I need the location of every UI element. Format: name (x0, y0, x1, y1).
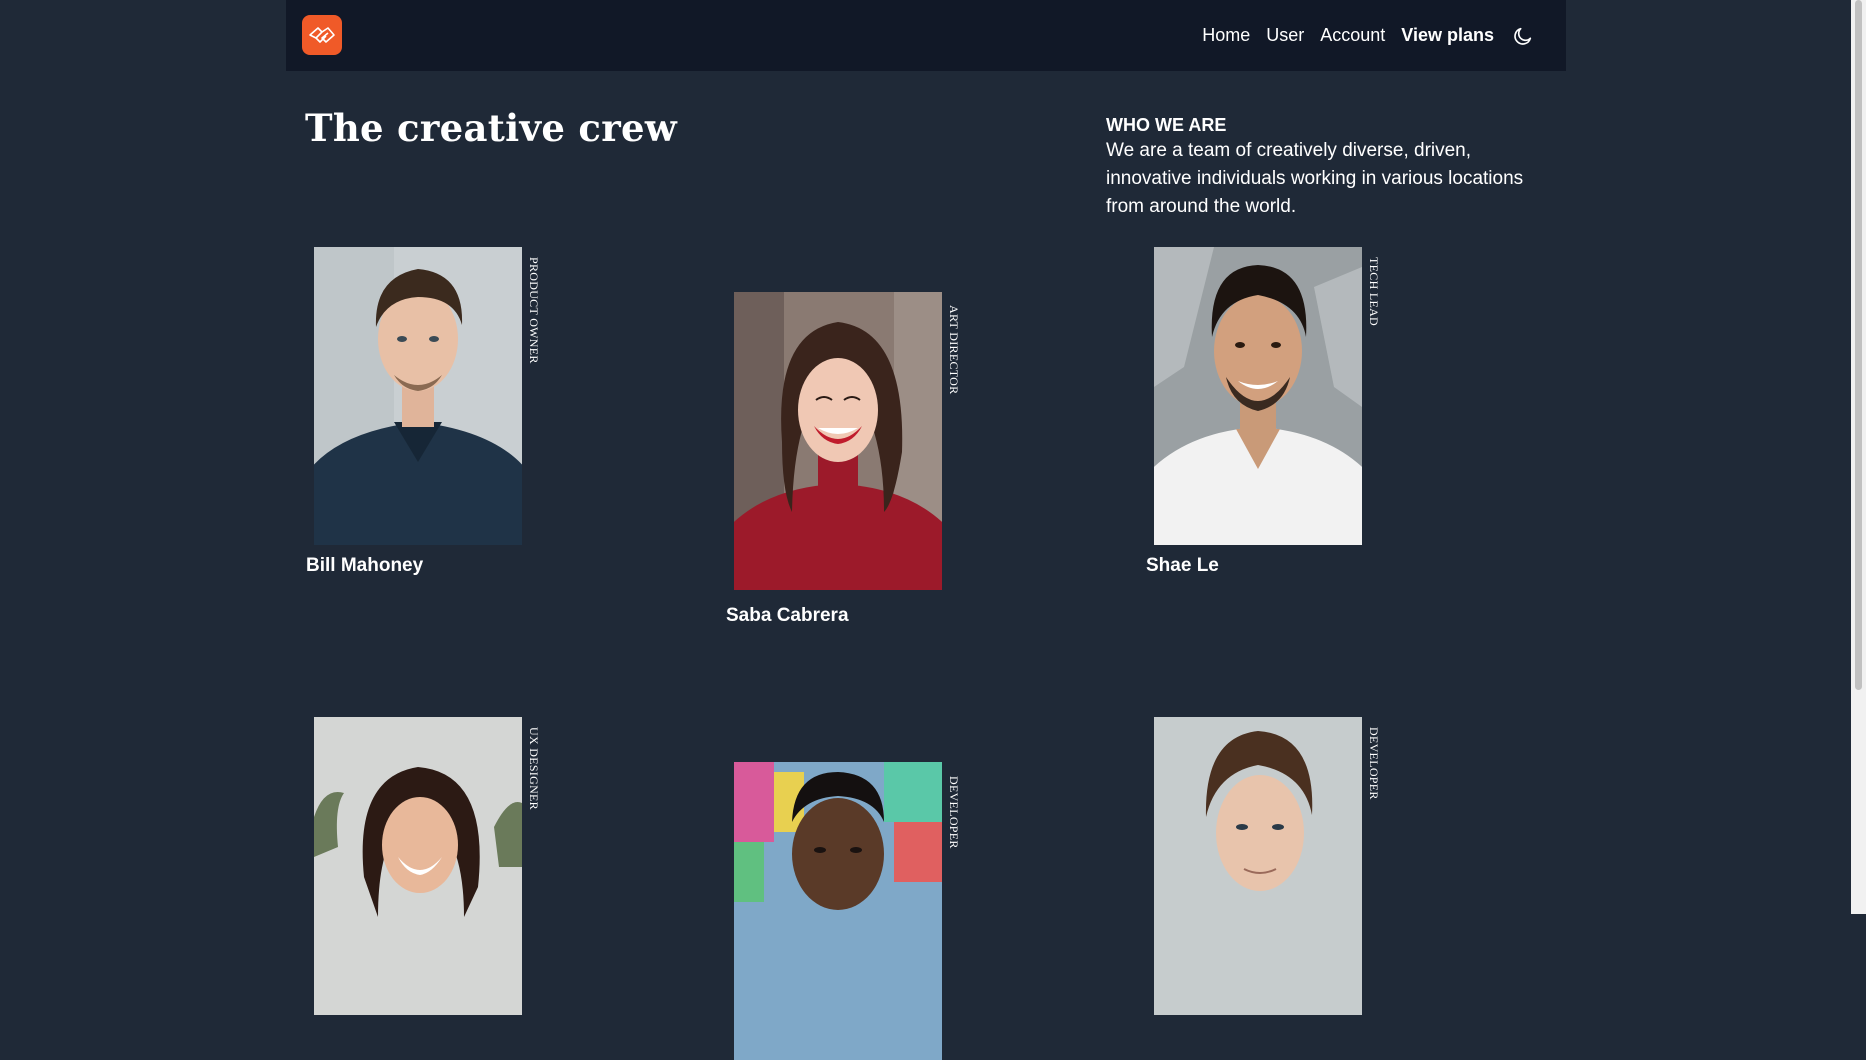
team-member-photo-bill-mahoney (314, 247, 522, 545)
navbar: Home User Account View plans (286, 0, 1566, 71)
team-member-photo-ux-designer (314, 717, 522, 1015)
team-member-role: PRODUCT OWNER (527, 257, 541, 364)
team-member-photo-shae-le (1154, 247, 1362, 545)
nav-account-link[interactable]: Account (1320, 25, 1385, 46)
team-member-photo-saba-cabrera (734, 292, 942, 590)
nav-view-plans-link[interactable]: View plans (1401, 25, 1494, 46)
page-title: The creative crew (305, 106, 677, 150)
logo[interactable] (302, 15, 342, 55)
team-member-role: ART DIRECTOR (947, 305, 961, 395)
team-member-name: Saba Cabrera (726, 605, 849, 626)
page-scrollbar[interactable] (1851, 0, 1866, 914)
logo-mark-icon (309, 27, 335, 43)
who-we-are: WHO WE ARE We are a team of creatively d… (1106, 113, 1526, 221)
team-member-role: TECH LEAD (1367, 257, 1381, 327)
team-member-role: UX DESIGNER (527, 727, 541, 810)
team-member-photo-developer (734, 762, 942, 1060)
moon-icon[interactable] (1512, 25, 1534, 47)
nav-home-link[interactable]: Home (1202, 25, 1250, 46)
nav-user-link[interactable]: User (1266, 25, 1304, 46)
nav-links: Home User Account View plans (1186, 0, 1534, 71)
who-we-are-heading: WHO WE ARE (1106, 115, 1227, 135)
team-member-photo-developer-2 (1154, 717, 1362, 1015)
team-member-name: Bill Mahoney (306, 555, 424, 576)
team-member-name: Shae Le (1146, 555, 1219, 576)
team-member-role: DEVELOPER (1367, 727, 1381, 800)
scrollbar-thumb[interactable] (1855, 0, 1862, 690)
team-member-role: DEVELOPER (947, 776, 961, 849)
who-we-are-text: We are a team of creatively diverse, dri… (1106, 140, 1524, 217)
